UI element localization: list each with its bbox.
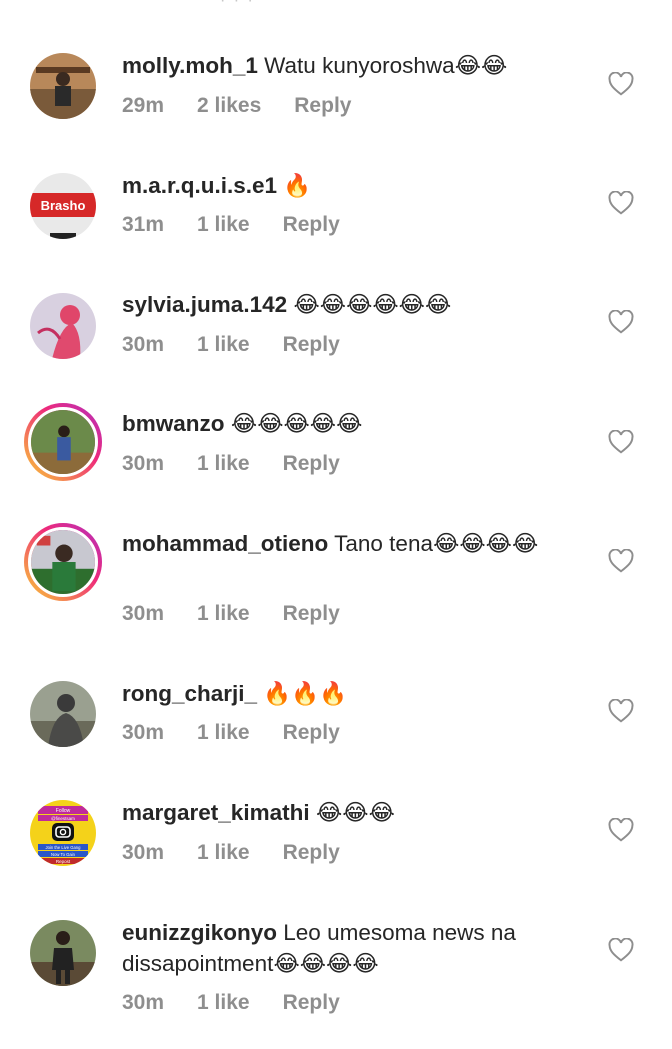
svg-text:Now To Gain: Now To Gain: [51, 852, 76, 857]
avatar[interactable]: [30, 293, 96, 359]
avatar[interactable]: [30, 53, 96, 119]
comment-text: 😂😂😂: [315, 800, 395, 825]
heart-outline-icon[interactable]: [608, 191, 634, 215]
likes-count[interactable]: 1 like: [197, 452, 250, 475]
svg-text:Brasho: Brasho: [41, 198, 86, 213]
likes-count[interactable]: 1 like: [197, 991, 250, 1014]
heart-outline-icon[interactable]: [608, 938, 634, 962]
heart-outline-icon[interactable]: [608, 818, 634, 842]
likes-count[interactable]: 1 like: [197, 602, 250, 625]
comment-text: Watu kunyoroshwa😂😂: [264, 53, 508, 78]
likes-count[interactable]: 1 like: [197, 721, 250, 744]
username[interactable]: eunizzgikonyo: [122, 920, 277, 945]
avatar[interactable]: [30, 681, 96, 747]
reply-button[interactable]: Reply: [283, 213, 340, 236]
timestamp: 30m: [122, 721, 165, 744]
timestamp: 30m: [122, 333, 165, 356]
timestamp: 30m: [122, 602, 165, 625]
heart-outline-icon[interactable]: [608, 310, 634, 334]
reply-button[interactable]: Reply: [283, 991, 340, 1014]
reply-button[interactable]: Reply: [283, 841, 340, 864]
timestamp: 30m: [122, 991, 165, 1014]
comment-text: Tano tena😂😂😂😂: [334, 531, 539, 556]
timestamp: 30m: [122, 452, 165, 475]
reply-button[interactable]: Reply: [294, 94, 351, 117]
comment-text: 😂😂😂😂😂: [230, 411, 363, 436]
heart-outline-icon[interactable]: [608, 72, 634, 96]
reply-button[interactable]: Reply: [283, 333, 340, 356]
svg-text:Repost: Repost: [56, 859, 71, 864]
avatar[interactable]: Follow @finestsam Join the Live Gang Now To…: [30, 800, 96, 866]
username[interactable]: rong_charji_: [122, 681, 257, 706]
svg-text:Join the Live Gang: Join the Live Gang: [46, 845, 82, 850]
avatar-story-ring[interactable]: [24, 523, 102, 601]
timestamp: 30m: [122, 841, 165, 864]
avatar-story-ring[interactable]: [24, 403, 102, 481]
previous-comment-clip: · · ·: [220, 0, 255, 9]
reply-button[interactable]: Reply: [283, 721, 340, 744]
likes-count[interactable]: 1 like: [197, 213, 250, 236]
reply-button[interactable]: Reply: [283, 602, 340, 625]
username[interactable]: molly.moh_1: [122, 53, 258, 78]
likes-count[interactable]: 1 like: [197, 841, 250, 864]
comment-text: 🔥: [283, 173, 312, 198]
svg-text:@finestsam: @finestsam: [51, 816, 75, 821]
timestamp: 31m: [122, 213, 165, 236]
username[interactable]: sylvia.juma.142: [122, 292, 287, 317]
heart-outline-icon[interactable]: [608, 699, 634, 723]
username[interactable]: mohammad_otieno: [122, 531, 328, 556]
likes-count[interactable]: 2 likes: [197, 94, 261, 117]
comment-text: 😂😂😂😂😂😂: [293, 292, 452, 317]
avatar[interactable]: Brasho: [30, 173, 96, 239]
heart-outline-icon[interactable]: [608, 430, 634, 454]
comment-text: 🔥🔥🔥: [263, 681, 348, 706]
username[interactable]: margaret_kimathi: [122, 800, 310, 825]
likes-count[interactable]: 1 like: [197, 333, 250, 356]
timestamp: 29m: [122, 94, 165, 117]
reply-button[interactable]: Reply: [283, 452, 340, 475]
username[interactable]: bmwanzo: [122, 411, 225, 436]
username[interactable]: m.a.r.q.u.i.s.e1: [122, 173, 277, 198]
avatar[interactable]: [30, 920, 96, 986]
svg-text:Follow: Follow: [56, 808, 71, 814]
heart-outline-icon[interactable]: [608, 549, 634, 573]
